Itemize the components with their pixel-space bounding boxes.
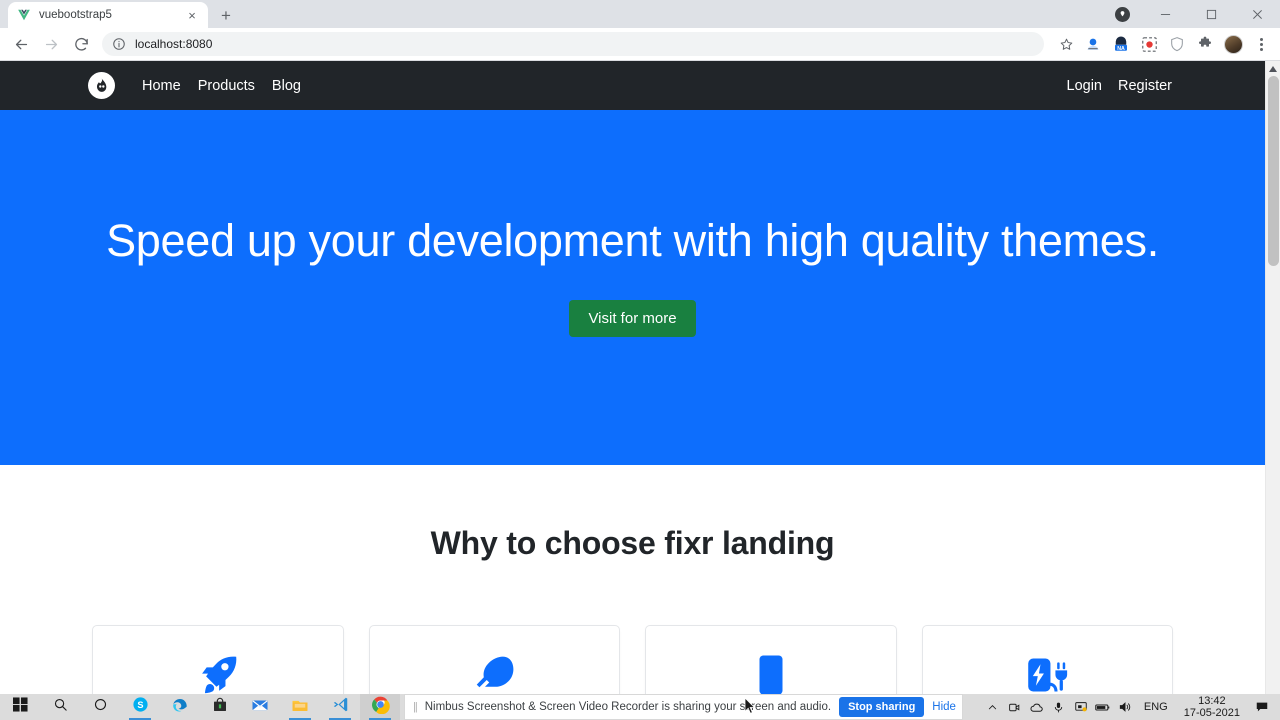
scrollbar-up-arrow-icon[interactable] <box>1266 61 1280 76</box>
forward-button[interactable] <box>36 30 66 58</box>
edge-button[interactable] <box>160 694 200 720</box>
svg-text:NA: NA <box>1117 46 1125 52</box>
phone-icon <box>748 652 794 694</box>
features-section: Why to choose fixr landing <box>0 465 1265 694</box>
skype-button[interactable]: S <box>120 694 160 720</box>
scrollbar-thumb[interactable] <box>1268 76 1279 266</box>
site-nav-links: Home Products Blog <box>142 78 301 94</box>
new-tab-button[interactable]: + <box>212 2 240 28</box>
vscode-icon <box>332 696 349 718</box>
sitenav-item-blog[interactable]: Blog <box>272 78 301 94</box>
feature-card[interactable] <box>92 625 344 694</box>
language-indicator[interactable]: ENG <box>1136 701 1176 713</box>
clock-time: 13:42 <box>1198 695 1226 707</box>
action-center-icon[interactable] <box>1248 694 1276 720</box>
page-viewport: Home Products Blog Login Register Speed … <box>0 61 1280 694</box>
extension-recorder-icon[interactable] <box>1136 31 1162 57</box>
register-link[interactable]: Register <box>1118 78 1172 94</box>
drag-handle-icon[interactable]: || <box>413 701 418 713</box>
chrome-button[interactable] <box>360 694 400 720</box>
extensions-puzzle-icon[interactable] <box>1192 31 1218 57</box>
extension-shield-icon[interactable] <box>1164 31 1190 57</box>
search-button[interactable] <box>40 694 80 720</box>
volume-icon[interactable] <box>1114 694 1136 720</box>
clock-date: 17-05-2021 <box>1183 707 1240 719</box>
chrome-menu-icon[interactable] <box>1248 31 1274 57</box>
chrome-icon <box>371 695 390 719</box>
stop-sharing-button[interactable]: Stop sharing <box>839 697 925 717</box>
browser-extensions: NA <box>1080 31 1274 57</box>
window-maximize-button[interactable] <box>1188 0 1234 28</box>
mail-icon <box>251 696 269 719</box>
features-title: Why to choose fixr landing <box>430 525 835 561</box>
window-controls <box>1102 0 1280 28</box>
hide-button[interactable]: Hide <box>932 701 956 713</box>
extension-na-icon[interactable]: NA <box>1108 31 1134 57</box>
battery-charging-plug-icon <box>1024 652 1070 694</box>
feature-card[interactable] <box>921 625 1173 694</box>
browser-toolbar: localhost:8080 NA <box>0 28 1280 61</box>
site-navbar: Home Products Blog Login Register <box>0 61 1265 110</box>
edge-icon <box>171 696 189 719</box>
sitenav-item-products[interactable]: Products <box>198 78 255 94</box>
screen-recorder-icon[interactable] <box>1004 694 1026 720</box>
windows-logo-icon <box>12 697 28 717</box>
file-explorer-button[interactable] <box>280 694 320 720</box>
task-view-icon <box>93 697 108 717</box>
flame-logo-icon[interactable] <box>88 72 115 99</box>
search-icon <box>53 697 68 717</box>
feature-cards <box>0 625 1265 694</box>
site-nav-auth-links: Login Register <box>1067 78 1265 94</box>
feature-card[interactable] <box>645 625 897 694</box>
microphone-icon[interactable] <box>1048 694 1070 720</box>
feature-card[interactable] <box>368 625 620 694</box>
battery-icon[interactable] <box>1092 694 1114 720</box>
windows-taskbar: S || Nimbus Screenshot & Screen Video Re… <box>0 694 1280 720</box>
show-hidden-icons-chevron-icon[interactable] <box>982 694 1004 720</box>
bookmark-star-icon[interactable] <box>1052 30 1080 58</box>
mail-button[interactable] <box>240 694 280 720</box>
system-tray: ENG 13:42 17-05-2021 <box>982 694 1280 720</box>
chrome-browser-window: vuebootstrap5 × + localhost:8080 NA Home… <box>0 0 1280 694</box>
browser-tab[interactable]: vuebootstrap5 × <box>8 2 208 28</box>
clock[interactable]: 13:42 17-05-2021 <box>1176 695 1248 719</box>
window-minimize-button[interactable] <box>1142 0 1188 28</box>
tab-close-icon[interactable]: × <box>184 7 200 23</box>
browser-titlebar: vuebootstrap5 × + <box>0 0 1280 28</box>
skype-icon: S <box>132 696 149 718</box>
rocket-icon <box>195 652 241 694</box>
reload-button[interactable] <box>66 30 96 58</box>
browser-tab-title: vuebootstrap5 <box>39 9 112 21</box>
share-message: Nimbus Screenshot & Screen Video Recorde… <box>424 701 832 713</box>
vscode-button[interactable] <box>320 694 360 720</box>
login-link[interactable]: Login <box>1067 78 1102 94</box>
hero-title: Speed up your development with high qual… <box>106 214 1159 266</box>
taskbar-items: S <box>0 694 400 720</box>
web-page: Home Products Blog Login Register Speed … <box>0 61 1265 694</box>
sitenav-item-home[interactable]: Home <box>142 78 181 94</box>
vue-logo-icon <box>16 7 32 23</box>
back-button[interactable] <box>6 30 36 58</box>
address-bar-url: localhost:8080 <box>135 37 213 51</box>
hero-section: Speed up your development with high qual… <box>0 110 1265 465</box>
store-button[interactable] <box>200 694 240 720</box>
address-bar[interactable]: localhost:8080 <box>102 32 1044 56</box>
feather-pen-icon <box>471 652 517 694</box>
folder-icon <box>291 696 309 719</box>
visit-for-more-button[interactable]: Visit for more <box>569 299 696 337</box>
svg-text:S: S <box>137 700 143 710</box>
window-close-button[interactable] <box>1234 0 1280 28</box>
screen-share-icon[interactable] <box>1070 694 1092 720</box>
task-view-button[interactable] <box>80 694 120 720</box>
update-indicator-icon[interactable] <box>1102 0 1142 28</box>
screen-share-notification-bar: || Nimbus Screenshot & Screen Video Reco… <box>404 694 963 720</box>
profile-avatar[interactable] <box>1220 31 1246 57</box>
microsoft-store-icon <box>212 697 228 718</box>
start-button[interactable] <box>0 694 40 720</box>
extension-translate-icon[interactable] <box>1080 31 1106 57</box>
onedrive-cloud-icon[interactable] <box>1026 694 1048 720</box>
site-info-icon[interactable] <box>112 37 127 52</box>
page-scrollbar[interactable] <box>1265 61 1280 694</box>
